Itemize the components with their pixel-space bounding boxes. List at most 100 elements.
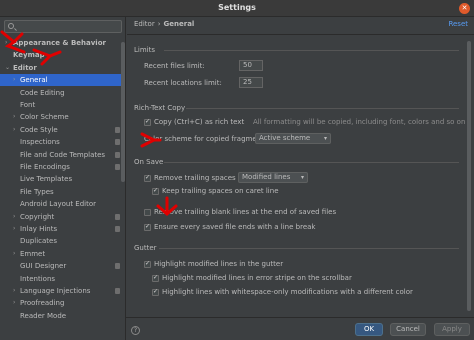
remove-trailing-label[interactable]: Remove trailing spaces on:: [154, 174, 249, 182]
sidebar-item-editor[interactable]: ⌄ Editor: [0, 62, 125, 74]
sidebar-item-label: Inspections: [20, 138, 60, 147]
project-scope-icon: [115, 288, 120, 294]
sidebar-item-label: File Types: [20, 187, 54, 196]
ensure-line-break-checkbox[interactable]: [144, 223, 151, 231]
section-limits-title: Limits: [134, 46, 155, 54]
sidebar-item-label: File and Code Templates: [20, 150, 106, 159]
chevron-right-icon[interactable]: ›: [13, 297, 15, 309]
chevron-right-icon[interactable]: ›: [13, 74, 15, 86]
sidebar-item-live-templates[interactable]: Live Templates: [0, 173, 125, 185]
sidebar-item-label: GUI Designer: [20, 262, 67, 271]
sidebar-item-label: Color Scheme: [20, 113, 69, 122]
chevron-down-icon: ▾: [300, 174, 304, 181]
settings-sidebar: › Appearance & Behavior Keymap ⌄ Editor › Gene…: [0, 17, 126, 340]
highlight-modified-checkbox[interactable]: [144, 260, 151, 268]
sidebar-item-gui-designer[interactable]: GUI Designer: [0, 260, 125, 272]
sidebar-item-label: Live Templates: [20, 175, 73, 184]
annotation-arrow-icon: [0, 30, 26, 54]
chevron-right-icon[interactable]: ›: [13, 285, 15, 297]
ok-button[interactable]: OK: [355, 323, 383, 336]
sidebar-item-android-layout-editor[interactable]: Android Layout Editor: [0, 198, 125, 210]
sidebar-item-label: Inlay Hints: [20, 225, 58, 233]
divider: [164, 50, 459, 51]
highlight-whitespace-checkbox[interactable]: [152, 288, 159, 296]
remove-trailing-select[interactable]: Modified lines ▾: [238, 172, 308, 183]
highlight-stripe-label[interactable]: Highlight modified lines in error stripe…: [162, 274, 352, 282]
sidebar-item-label: Reader Mode: [20, 311, 67, 320]
sidebar-item-emmet[interactable]: › Emmet: [0, 248, 125, 260]
keep-caret-checkbox[interactable]: [152, 187, 159, 195]
divider: [164, 162, 459, 163]
section-onsave-title: On Save: [134, 158, 164, 166]
divider: [186, 108, 459, 109]
remove-blank-lines-checkbox[interactable]: [144, 209, 151, 216]
chevron-right-icon[interactable]: ›: [13, 111, 15, 123]
highlight-modified-label[interactable]: Highlight modified lines in the gutter: [154, 260, 283, 268]
reset-link[interactable]: Reset: [448, 20, 468, 28]
chevron-right-icon[interactable]: ›: [13, 223, 15, 235]
project-scope-icon: [115, 164, 120, 170]
project-scope-icon: [115, 139, 120, 146]
cancel-button[interactable]: Cancel: [390, 323, 426, 336]
breadcrumb-editor[interactable]: Editor: [134, 20, 155, 28]
section-gutter-title: Gutter: [134, 244, 157, 252]
content-scrollbar[interactable]: [467, 41, 471, 311]
copy-rich-text-label[interactable]: Copy (Ctrl+C) as rich text: [154, 118, 244, 126]
project-scope-icon: [115, 226, 120, 232]
sidebar-item-inspections[interactable]: Inspections: [0, 136, 125, 148]
sidebar-item-general[interactable]: › General: [0, 74, 125, 87]
divider: [127, 34, 474, 35]
sidebar-item-label: Android Layout Editor: [20, 200, 97, 209]
divider: [159, 248, 459, 249]
apply-button[interactable]: Apply: [434, 323, 470, 336]
sidebar-item-duplicates[interactable]: Duplicates: [0, 235, 125, 247]
sidebar-item-label: File Encodings: [20, 163, 70, 171]
breadcrumb-general: General: [163, 20, 195, 28]
sidebar-item-file-encodings[interactable]: File Encodings: [0, 161, 125, 173]
help-icon[interactable]: ?: [131, 326, 140, 335]
ensure-line-break-label[interactable]: Ensure every saved file ends with a line…: [154, 223, 315, 231]
project-scope-icon: [115, 126, 120, 133]
breadcrumb: Editor › General: [134, 20, 194, 32]
sidebar-item-label: Code Style: [20, 125, 58, 134]
color-scheme-select[interactable]: Active scheme ▾: [255, 133, 331, 144]
sidebar-item-color-scheme[interactable]: › Color Scheme: [0, 111, 125, 123]
sidebar-item-intentions[interactable]: Intentions: [0, 273, 125, 285]
recent-files-input[interactable]: 50: [239, 60, 263, 71]
sidebar-item-copyright[interactable]: › Copyright: [0, 211, 125, 223]
sidebar-scrollbar[interactable]: [121, 42, 125, 182]
sidebar-item-reader-mode[interactable]: Reader Mode: [0, 310, 125, 322]
copy-rich-text-hint: All formatting will be copied, including…: [253, 118, 466, 126]
highlight-stripe-checkbox[interactable]: [152, 274, 159, 282]
copy-rich-text-checkbox[interactable]: [144, 118, 151, 126]
remove-trailing-value: Modified lines: [242, 173, 291, 181]
sidebar-item-label: Intentions: [20, 274, 56, 283]
recent-locations-input[interactable]: 25: [239, 77, 263, 88]
project-scope-icon: [115, 263, 120, 270]
sidebar-item-label: Proofreading: [20, 299, 65, 308]
chevron-down-icon[interactable]: ⌄: [5, 62, 10, 74]
dialog-footer: ? OK Cancel Apply: [126, 317, 474, 340]
sidebar-item-code-style[interactable]: › Code Style: [0, 124, 125, 136]
color-scheme-value: Active scheme: [259, 134, 311, 142]
remove-trailing-checkbox[interactable]: [144, 174, 151, 182]
sidebar-item-proofreading[interactable]: › Proofreading: [0, 297, 125, 309]
highlight-whitespace-label[interactable]: Highlight lines with whitespace-only mod…: [162, 288, 413, 296]
chevron-right-icon[interactable]: ›: [13, 124, 15, 136]
chevron-right-icon[interactable]: ›: [13, 248, 15, 260]
sidebar-item-label: Language Injections: [20, 287, 91, 295]
sidebar-item-font[interactable]: Font: [0, 99, 125, 111]
chevron-right-icon[interactable]: ›: [13, 211, 15, 223]
sidebar-item-file-and-code-templates[interactable]: File and Code Templates: [0, 149, 125, 161]
sidebar-item-file-types[interactable]: File Types: [0, 186, 125, 198]
sidebar-item-label: Font: [20, 101, 36, 109]
chevron-down-icon: ▾: [323, 135, 327, 142]
sidebar-item-inlay-hints[interactable]: › Inlay Hints: [0, 223, 125, 235]
keep-caret-label[interactable]: Keep trailing spaces on caret line: [162, 187, 279, 195]
close-icon[interactable]: ✕: [459, 3, 470, 14]
sidebar-item-label: Emmet: [20, 249, 46, 258]
title-bar: Settings ✕: [0, 0, 474, 17]
sidebar-item-code-editing[interactable]: Code Editing: [0, 87, 125, 99]
sidebar-item-language-injections[interactable]: › Language Injections: [0, 285, 125, 297]
project-scope-icon: [115, 213, 120, 220]
